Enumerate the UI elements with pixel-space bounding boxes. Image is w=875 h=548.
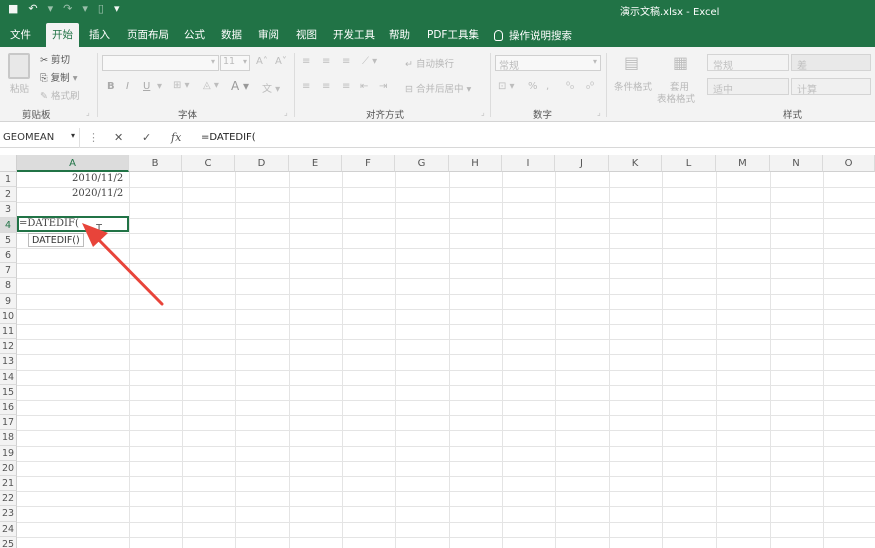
red-arrow-annotation (82, 223, 164, 306)
